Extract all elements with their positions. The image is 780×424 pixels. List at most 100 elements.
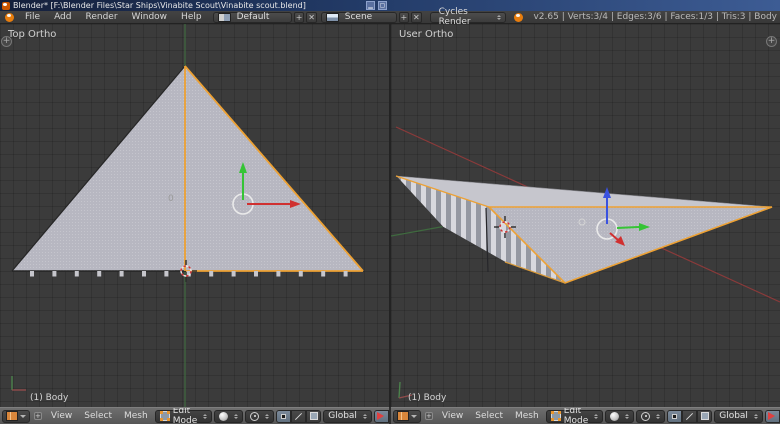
viewport-header-left: + View Select Mesh Edit Mode (0, 407, 389, 424)
edit-mode-icon (551, 411, 561, 421)
window-title: Blender* [F:\Blender Files\Star Ships\Vi… (13, 1, 306, 10)
title-bar[interactable]: Blender* [F:\Blender Files\Star Ships\Vi… (0, 0, 780, 11)
chevron-updown-icon (265, 414, 269, 419)
translate-icon (768, 412, 779, 420)
transform-orientation-selector[interactable]: Global (714, 410, 763, 423)
pivot-icon (250, 412, 259, 421)
chevron-updown-icon (625, 414, 629, 419)
viewport-user-ortho[interactable]: User Ortho + (1) Body (391, 24, 780, 407)
menu-view[interactable]: View (437, 411, 468, 421)
render-engine-selector[interactable]: Cycles Render (430, 12, 507, 23)
orientation-value: Global (719, 411, 748, 421)
solid-shading-icon (219, 412, 228, 421)
scene-add-button[interactable]: + (399, 12, 409, 23)
menu-mesh[interactable]: Mesh (510, 411, 544, 421)
screen-layout-delete-button[interactable]: ✕ (306, 12, 316, 23)
screen-layout-add-button[interactable]: + (294, 12, 304, 23)
orientation-value: Global (328, 411, 357, 421)
window-minimize-button[interactable]: ▁ (366, 1, 375, 10)
viewport-mode-label: Top Ortho (8, 29, 56, 40)
info-bar: File Add Render Window Help Default + ✕ … (0, 11, 780, 24)
transform-orientation-selector[interactable]: Global (323, 410, 372, 423)
edge-select-button[interactable] (682, 410, 697, 423)
viewport-area: Top Ortho + 0 (1) Body (0, 24, 780, 407)
pivot-icon (641, 412, 650, 421)
face-select-button[interactable] (306, 410, 321, 423)
pivot-point-selector[interactable] (636, 410, 665, 423)
view3d-editor-icon (397, 411, 409, 421)
mesh-top-view (12, 66, 363, 277)
chevron-updown-icon (234, 414, 238, 419)
chevron-updown-icon (363, 414, 367, 419)
mode-selector[interactable]: Edit Mode (155, 410, 213, 423)
region-expand-icon[interactable]: + (766, 36, 777, 47)
scene-value: Scene (341, 12, 376, 22)
menu-select[interactable]: Select (470, 411, 508, 421)
menu-file[interactable]: File (18, 12, 47, 22)
viewport-headers: + View Select Mesh Edit Mode (0, 407, 780, 424)
scene-statistics: v2.65 | Verts:3/4 | Edges:3/6 | Faces:1/… (533, 12, 777, 22)
region-expand-icon[interactable]: + (1, 36, 12, 47)
menu-select[interactable]: Select (79, 411, 117, 421)
window-maximize-button[interactable]: ▢ (378, 1, 387, 10)
edit-mode-icon (160, 411, 170, 421)
edge-icon (686, 412, 693, 419)
chevron-updown-icon (203, 414, 207, 419)
edge-select-button[interactable] (291, 410, 306, 423)
scene-selector[interactable]: Scene (321, 12, 397, 23)
menu-mesh[interactable]: Mesh (119, 411, 153, 421)
viewport-mode-label: User Ortho (399, 29, 453, 40)
vertex-select-button[interactable] (667, 410, 682, 423)
viewport-right-canvas[interactable] (391, 24, 780, 407)
translate-icon (377, 412, 388, 420)
vertex-select-button[interactable] (276, 410, 291, 423)
menu-view[interactable]: View (46, 411, 77, 421)
mini-axis-gizmo (12, 376, 26, 390)
face-select-button[interactable] (697, 410, 712, 423)
screen-layout-value: Default (233, 12, 274, 22)
chevron-down-icon (20, 415, 26, 421)
face-icon (310, 412, 318, 420)
chevron-updown-icon (594, 414, 598, 419)
viewport-shading-selector[interactable] (214, 410, 243, 423)
translate-manipulator-button[interactable] (374, 410, 389, 423)
screen-layout-icon (218, 13, 231, 22)
grid-origin-label: 0 (168, 194, 174, 204)
vertex-icon (282, 415, 285, 418)
mode-value: Edit Mode (173, 407, 198, 424)
blender-app-icon (2, 2, 10, 10)
viewport-top-ortho[interactable]: Top Ortho + 0 (1) Body (0, 24, 389, 407)
face-icon (701, 412, 709, 420)
collapse-menus-button[interactable]: + (34, 412, 42, 420)
menu-add[interactable]: Add (47, 12, 78, 22)
pivot-point-selector[interactable] (245, 410, 274, 423)
viewport-shading-selector[interactable] (605, 410, 634, 423)
chevron-updown-icon (754, 414, 758, 419)
scene-icon (326, 13, 339, 22)
mesh-user-view (396, 176, 772, 283)
mode-value: Edit Mode (564, 407, 589, 424)
vertex-icon (673, 415, 676, 418)
menu-render[interactable]: Render (79, 12, 125, 22)
scene-delete-button[interactable]: ✕ (411, 12, 421, 23)
collapse-menus-button[interactable]: + (425, 412, 433, 420)
edge-icon (295, 412, 302, 419)
active-object-label: (1) Body (408, 393, 446, 403)
chevron-updown-icon (497, 15, 501, 20)
menu-window[interactable]: Window (125, 12, 175, 22)
select-mode-group (667, 410, 712, 423)
screen-layout-selector[interactable]: Default (213, 12, 292, 23)
blender-logo-icon[interactable] (5, 13, 14, 22)
view3d-editor-icon (6, 411, 18, 421)
active-object-label: (1) Body (30, 393, 68, 403)
chevron-updown-icon (656, 414, 660, 419)
viewport-header-right: + View Select Mesh Edit Mode (391, 407, 780, 424)
editor-type-button[interactable] (2, 410, 30, 423)
translate-manipulator-button[interactable] (765, 410, 780, 423)
editor-type-button[interactable] (393, 410, 421, 423)
viewport-left-canvas[interactable] (0, 24, 389, 407)
manipulator-group (374, 410, 389, 423)
manipulator-group (765, 410, 780, 423)
menu-help[interactable]: Help (174, 12, 209, 22)
mode-selector[interactable]: Edit Mode (546, 410, 604, 423)
